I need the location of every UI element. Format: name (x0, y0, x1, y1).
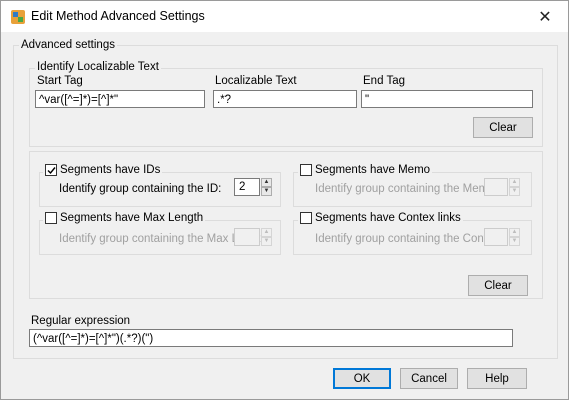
localizable-text-field-label: Localizable Text (215, 75, 297, 87)
segments-maxlength-stepper: ▲ ▼ (261, 228, 272, 246)
end-tag-label: End Tag (363, 75, 405, 87)
localizable-text-input[interactable]: .*? (213, 90, 357, 108)
start-tag-label: Start Tag (37, 75, 83, 87)
spin-down-icon: ▼ (509, 187, 520, 196)
dialog-window: Edit Method Advanced Settings ✕ Advanced… (0, 0, 569, 400)
advanced-settings-label: Advanced settings (19, 39, 117, 51)
spin-up-icon: ▲ (509, 178, 520, 187)
segments-memo-input (484, 178, 508, 196)
spin-down-icon: ▼ (509, 237, 520, 246)
regex-label: Regular expression (31, 315, 131, 327)
spin-up-icon[interactable]: ▲ (261, 178, 272, 187)
start-tag-input[interactable]: ^var([^=]*)=[^]*" (35, 90, 205, 108)
spin-down-icon: ▼ (261, 237, 272, 246)
segments-maxlength-input (234, 228, 260, 246)
segments-context-input (484, 228, 508, 246)
spin-down-icon[interactable]: ▼ (261, 187, 272, 196)
segments-context-label: Segments have Contex links (315, 212, 461, 224)
segments-ids-input[interactable]: 2 (234, 178, 260, 196)
window-title: Edit Method Advanced Settings (31, 9, 205, 23)
segments-memo-label: Segments have Memo (315, 164, 431, 176)
regex-input[interactable]: (^var([^=]*)=[^]*")(.*?)(") (29, 329, 513, 347)
help-button[interactable]: Help (467, 368, 527, 389)
segments-memo-header[interactable]: Segments have Memo (298, 164, 433, 176)
segments-ids-stepper[interactable]: ▲ ▼ (261, 178, 272, 196)
segments-memo-stepper: ▲ ▼ (509, 178, 520, 196)
segments-ids-checkbox[interactable] (45, 164, 57, 176)
segments-context-field-label: Identify group containing the Context: (315, 233, 506, 245)
segments-ids-label: Segments have IDs (60, 164, 161, 176)
spin-up-icon: ▲ (509, 228, 520, 237)
segments-maxlength-header[interactable]: Segments have Max Length (43, 212, 206, 224)
close-icon[interactable]: ✕ (522, 1, 568, 32)
segments-maxlength-checkbox[interactable] (45, 212, 57, 224)
segments-context-stepper: ▲ ▼ (509, 228, 520, 246)
title-bar: Edit Method Advanced Settings ✕ (1, 1, 568, 32)
segments-context-header[interactable]: Segments have Contex links (298, 212, 463, 224)
ok-button[interactable]: OK (333, 368, 391, 389)
segments-ids-header[interactable]: Segments have IDs (43, 164, 163, 176)
segments-maxlength-label: Segments have Max Length (60, 212, 204, 224)
localizable-clear-button[interactable]: Clear (473, 117, 533, 138)
segments-memo-field-label: Identify group containing the Memo: (315, 183, 498, 195)
app-icon (11, 10, 25, 24)
spin-up-icon: ▲ (261, 228, 272, 237)
end-tag-input[interactable]: " (361, 90, 533, 108)
localizable-text-label: Identify Localizable Text (35, 61, 161, 73)
segments-ids-field-label: Identify group containing the ID: (59, 183, 222, 195)
segments-clear-button[interactable]: Clear (468, 275, 528, 296)
cancel-button[interactable]: Cancel (400, 368, 458, 389)
segments-context-checkbox[interactable] (300, 212, 312, 224)
segments-memo-checkbox[interactable] (300, 164, 312, 176)
